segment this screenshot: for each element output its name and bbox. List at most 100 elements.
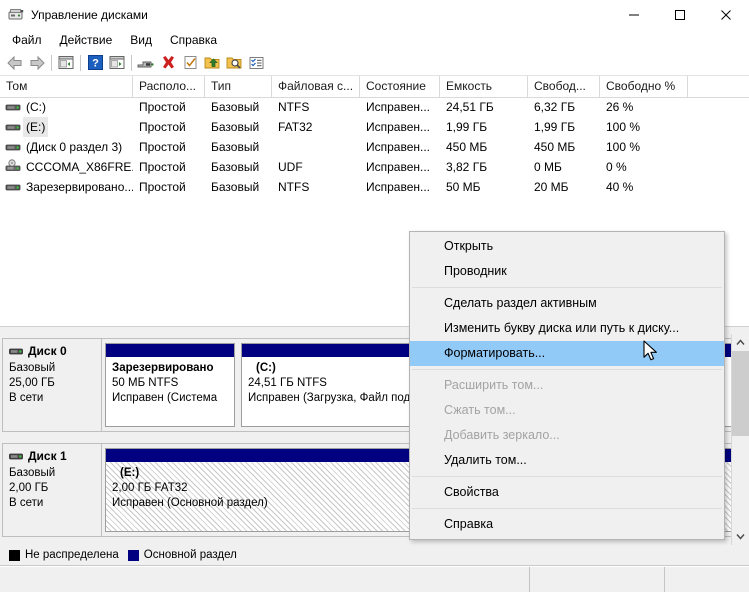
cell-free_pct: 26 % — [606, 100, 634, 114]
cell-free: 6,32 ГБ — [534, 100, 576, 114]
context-menu-item[interactable]: Проводник — [410, 259, 724, 284]
cell-free: 20 МБ — [534, 180, 569, 194]
legend-label-primary-partition: Основной раздел — [143, 549, 237, 561]
partition-status: Исправен (Система — [112, 392, 218, 404]
scroll-down-arrow-icon[interactable] — [732, 528, 749, 545]
disk-name-label: Диск 0 — [28, 344, 67, 358]
disk-info-panel[interactable]: Диск 0 Базовый 25,00 ГБ В сети — [2, 338, 102, 432]
cell-status: Исправен... — [366, 120, 431, 134]
context-menu-item: Сжать том... — [444, 403, 516, 417]
partition-label: Зарезервировано — [112, 362, 214, 374]
cell-filesystem: UDF — [278, 160, 303, 174]
context-menu-item: Добавить зеркало... — [444, 428, 560, 442]
column-header-3[interactable]: Файловая с... — [272, 76, 360, 97]
refresh-list-icon[interactable] — [245, 52, 267, 74]
find-icon[interactable] — [223, 52, 245, 74]
help-icon[interactable]: ? — [84, 52, 106, 74]
volume-label: (Диск 0 раздел 3) — [26, 140, 123, 154]
maximize-button[interactable] — [657, 0, 703, 30]
back-arrow-icon[interactable] — [4, 52, 26, 74]
cell-filesystem: NTFS — [278, 180, 310, 194]
show-console-tree-icon[interactable] — [55, 52, 77, 74]
column-header-5[interactable]: Емкость — [440, 76, 528, 97]
title-bar: Управление дисками — [0, 0, 749, 30]
column-header-2[interactable]: Тип — [205, 76, 272, 97]
table-row[interactable]: (C:) Простой Базовый NTFS Исправен... 24,51 Г… — [0, 97, 749, 117]
column-header-8[interactable] — [688, 76, 749, 97]
column-header-4[interactable]: Состояние — [360, 76, 440, 97]
partition-color-bar — [106, 344, 234, 357]
cell-volume: (E:) — [0, 117, 133, 137]
menu-item-file[interactable]: Файл — [3, 31, 51, 49]
volume-label: (C:) — [26, 100, 46, 114]
context-menu-item[interactable]: Сделать раздел активным — [410, 291, 724, 316]
toolbar-separator-3 — [131, 54, 132, 71]
cd-drive-icon — [5, 159, 21, 175]
legend-label-unallocated: Не распределена — [25, 549, 119, 561]
table-row[interactable]: Зарезервировано... Простой Базовый NTFS Испр… — [0, 177, 749, 197]
column-header-1[interactable]: Располо... — [133, 76, 205, 97]
scrollbar-thumb[interactable] — [732, 351, 749, 436]
cell-free_pct: 100 % — [606, 120, 641, 134]
menu-item-action[interactable]: Действие — [51, 31, 122, 49]
delete-icon[interactable] — [157, 52, 179, 74]
export-list-icon[interactable] — [201, 52, 223, 74]
cell-filesystem: NTFS — [278, 100, 310, 114]
status-bar — [0, 566, 749, 592]
column-header-0[interactable]: Том — [0, 76, 133, 97]
column-header-6[interactable]: Свобод... — [528, 76, 600, 97]
disk-info-panel[interactable]: Диск 1 Базовый 2,00 ГБ В сети — [2, 443, 102, 537]
disk-status: В сети — [9, 497, 44, 509]
properties-icon[interactable] — [179, 52, 201, 74]
table-row[interactable]: (Диск 0 раздел 3) Простой Базовый Исправен.… — [0, 137, 749, 157]
volume-label: (E:) — [23, 117, 49, 137]
disk-size: 2,00 ГБ — [9, 482, 49, 494]
column-header-7[interactable]: Свободно % — [600, 76, 688, 97]
context-menu: Открыть Проводник Сделать раздел активным И… — [409, 231, 725, 540]
disk-type: Базовый — [9, 362, 56, 374]
table-row[interactable]: CCCOMA_X86FRE... Простой Базовый UDF Исправе… — [0, 157, 749, 177]
minimize-button[interactable] — [611, 0, 657, 30]
menu-bar: Файл Действие Вид Справка — [0, 30, 749, 50]
scroll-up-arrow-icon[interactable] — [732, 334, 749, 351]
cell-type: Базовый — [211, 140, 260, 154]
status-pane-3 — [665, 567, 749, 592]
disk-name-label: Диск 1 — [28, 449, 67, 463]
cell-capacity: 24,51 ГБ — [446, 100, 494, 114]
cell-free_pct: 0 % — [606, 160, 627, 174]
context-menu-item[interactable]: Справка — [410, 512, 724, 537]
window-title: Управление дисками — [31, 8, 148, 22]
context-menu-item[interactable]: Открыть — [410, 234, 724, 259]
forward-arrow-icon[interactable] — [26, 52, 48, 74]
close-button[interactable] — [703, 0, 749, 30]
menu-item-help[interactable]: Справка — [161, 31, 226, 49]
cell-type: Базовый — [211, 180, 260, 194]
svg-text:?: ? — [92, 58, 99, 70]
legend-swatch-unallocated — [9, 549, 20, 561]
disk-management-window: Управление дисками Файл Действие Вид Спр… — [0, 0, 749, 592]
volume-label: CCCOMA_X86FRE... — [26, 160, 133, 174]
disk-type: Базовый — [9, 467, 56, 479]
cell-capacity: 450 МБ — [446, 140, 488, 154]
cell-filesystem: FAT32 — [278, 120, 313, 134]
menu-item-view[interactable]: Вид — [121, 31, 161, 49]
cell-type: Базовый — [211, 120, 260, 134]
window-controls — [611, 0, 749, 30]
cell-volume: CCCOMA_X86FRE... — [0, 157, 133, 177]
context-menu-separator — [412, 369, 722, 370]
graphical-view-scrollbar[interactable] — [731, 334, 749, 545]
partition-size-fs: 50 МБ NTFS — [112, 377, 179, 389]
toolbar-separator-1 — [51, 54, 52, 71]
context-menu-item[interactable]: Изменить букву диска или путь к диску... — [410, 316, 724, 341]
disk-icon — [9, 346, 24, 358]
context-menu-item[interactable]: Форматировать... — [410, 341, 724, 366]
disk-icon[interactable] — [135, 52, 157, 74]
table-row[interactable]: (E:) Простой Базовый FAT32 Исправен... 1,99 Г… — [0, 117, 749, 137]
mouse-cursor — [643, 340, 660, 369]
partition-block[interactable]: Зарезервировано 50 МБ NTFS Исправен (Систе… — [105, 343, 235, 427]
context-menu-item[interactable]: Свойства — [410, 480, 724, 505]
hard-drive-icon — [5, 179, 21, 195]
cell-capacity: 1,99 ГБ — [446, 120, 488, 134]
show-action-pane-icon[interactable] — [106, 52, 128, 74]
context-menu-item[interactable]: Удалить том... — [410, 448, 724, 473]
